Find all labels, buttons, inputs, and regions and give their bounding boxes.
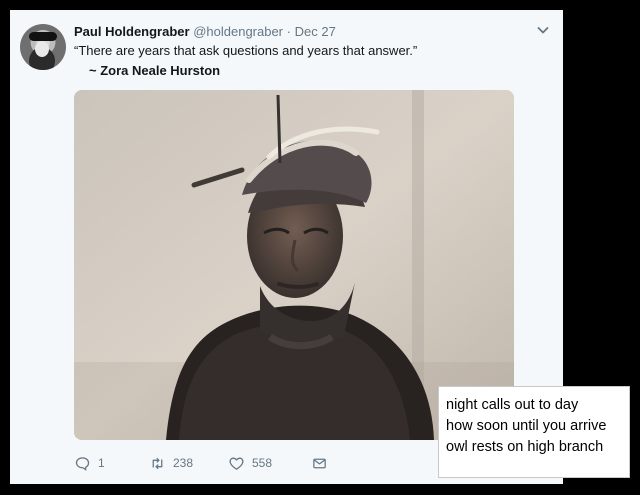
haiku-note: night calls out to day how soon until yo… bbox=[438, 386, 630, 478]
message-action[interactable] bbox=[311, 454, 328, 472]
author-handle[interactable]: @holdengraber bbox=[193, 24, 283, 39]
mail-icon[interactable] bbox=[311, 455, 328, 472]
retweet-icon[interactable] bbox=[149, 455, 166, 472]
reply-action[interactable]: 1 bbox=[74, 454, 105, 472]
like-action[interactable]: 558 bbox=[228, 454, 272, 472]
haiku-line-2: how soon until you arrive bbox=[446, 418, 607, 434]
retweet-action[interactable]: 238 bbox=[149, 454, 193, 472]
reply-count: 1 bbox=[98, 456, 105, 470]
haiku-line-3: owl rests on high branch bbox=[446, 439, 604, 455]
separator-dot: · bbox=[286, 24, 291, 39]
tweet-header: Paul Holdengraber @holdengraber · Dec 27 bbox=[74, 24, 539, 40]
tweet-text: “There are years that ask questions and … bbox=[74, 43, 418, 58]
chevron-down-icon[interactable] bbox=[535, 22, 551, 38]
reply-icon[interactable] bbox=[74, 455, 91, 472]
haiku-line-1: night calls out to day bbox=[446, 397, 579, 413]
avatar[interactable] bbox=[20, 24, 66, 70]
retweet-count: 238 bbox=[173, 456, 194, 470]
heart-icon[interactable] bbox=[228, 455, 245, 472]
like-count: 558 bbox=[252, 456, 273, 470]
tweet-attribution: ~ Zora Neale Hurston bbox=[89, 63, 221, 78]
author-name[interactable]: Paul Holdengraber bbox=[74, 24, 190, 39]
tweet-date[interactable]: Dec 27 bbox=[295, 24, 336, 39]
